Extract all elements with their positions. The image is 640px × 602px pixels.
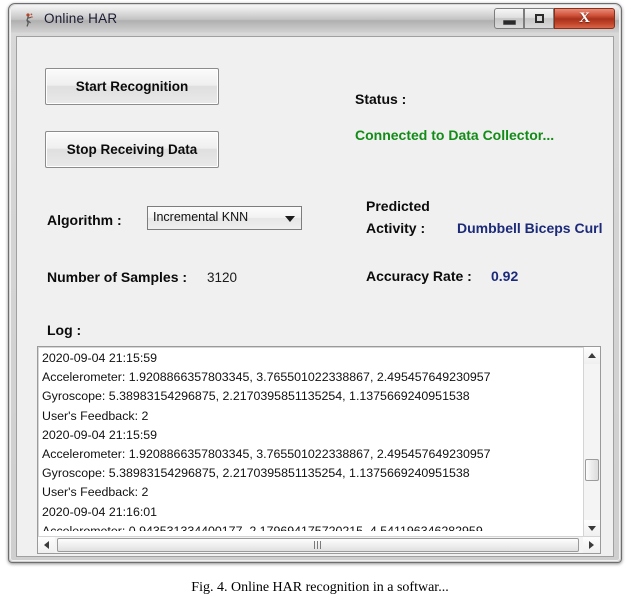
log-text-content: 2020-09-04 21:15:59 Accelerometer: 1.920… [42, 349, 576, 531]
number-of-samples-label: Number of Samples : [47, 269, 187, 285]
window-title: Online HAR [44, 11, 117, 26]
status-value: Connected to Data Collector... [355, 127, 554, 143]
title-bar[interactable]: Online HAR X [11, 6, 619, 34]
scroll-left-button[interactable] [38, 537, 55, 553]
close-button[interactable]: X [554, 8, 615, 29]
figure-caption: Fig. 4. Online HAR recognition in a soft… [0, 580, 640, 596]
scroll-down-button[interactable] [584, 520, 600, 537]
runner-figure-icon [22, 12, 38, 28]
vertical-scrollbar-thumb[interactable] [585, 459, 599, 481]
status-label: Status : [355, 91, 406, 107]
horizontal-scrollbar-thumb[interactable] [57, 538, 579, 552]
log-vertical-scrollbar[interactable] [583, 347, 600, 537]
scrollbar-grip-icon [314, 541, 323, 549]
algorithm-label: Algorithm : [47, 212, 122, 228]
close-icon: X [579, 11, 590, 26]
maximize-icon [535, 14, 544, 23]
log-horizontal-scrollbar[interactable] [38, 536, 600, 553]
minimize-button[interactable] [494, 8, 524, 29]
predicted-activity-label-line2: Activity : [366, 220, 425, 236]
scroll-right-button[interactable] [583, 537, 600, 553]
scroll-up-button[interactable] [584, 347, 600, 364]
algorithm-select[interactable]: Incremental KNN [147, 206, 302, 230]
accuracy-rate-value: 0.92 [491, 268, 518, 284]
maximize-button[interactable] [524, 8, 554, 29]
chevron-up-icon [588, 353, 596, 358]
chevron-down-icon [588, 526, 596, 531]
number-of-samples-value: 3120 [207, 270, 237, 285]
log-label: Log : [47, 322, 81, 338]
minimize-icon [503, 20, 516, 25]
chevron-down-icon [285, 216, 295, 222]
client-area: Start Recognition Stop Receiving Data St… [16, 36, 614, 557]
start-recognition-button[interactable]: Start Recognition [45, 68, 219, 105]
application-window: Online HAR X Start Recognition Stop Rece… [8, 3, 622, 563]
accuracy-rate-label: Accuracy Rate : [366, 268, 472, 284]
chevron-right-icon [589, 541, 594, 549]
predicted-activity-value: Dumbbell Biceps Curl [457, 220, 602, 236]
algorithm-selected-value: Incremental KNN [153, 210, 248, 224]
stop-receiving-data-button[interactable]: Stop Receiving Data [45, 131, 219, 168]
predicted-activity-label-line1: Predicted [366, 198, 430, 214]
log-panel[interactable]: 2020-09-04 21:15:59 Accelerometer: 1.920… [37, 346, 601, 554]
chevron-left-icon [44, 541, 49, 549]
